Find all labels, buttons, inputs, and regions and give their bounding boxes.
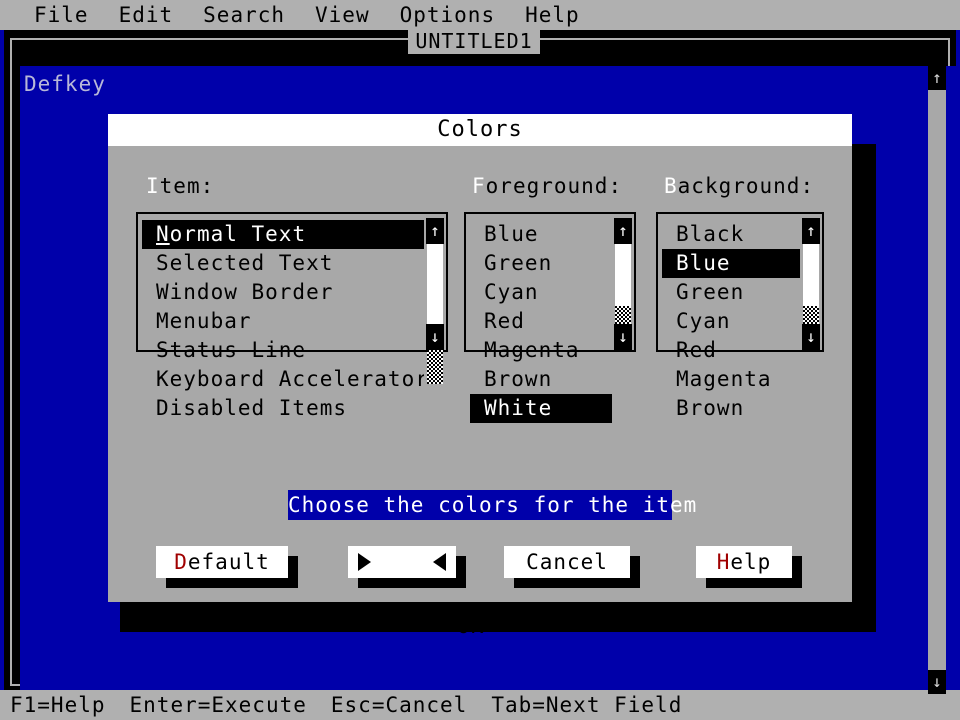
ok-right-arrow-icon xyxy=(433,553,446,571)
item-list-rows: Normal Text Selected Text Window Border … xyxy=(142,220,424,423)
list-item-status-line[interactable]: Status Line xyxy=(142,336,424,365)
background-listbox[interactable]: Black Blue Green Cyan Red Magenta Brown … xyxy=(656,212,824,420)
foreground-item-brown[interactable]: Brown xyxy=(470,365,612,394)
ok-button[interactable]: OK xyxy=(348,546,483,638)
list-item-label: ormal Text xyxy=(169,222,307,246)
background-label-rest: ackground: xyxy=(677,174,815,198)
default-button[interactable]: Default xyxy=(156,546,288,578)
menu-item-options[interactable]: Options xyxy=(400,0,496,30)
cancel-button-wrap: Cancel xyxy=(504,546,640,588)
list-item-keyboard-accelerators[interactable]: Keyboard Accelerators xyxy=(142,365,424,394)
background-list-scrollbar[interactable]: ↑ ↓ xyxy=(802,218,820,350)
item-scroll-up-arrow-icon[interactable]: ↑ xyxy=(426,218,444,244)
item-label-accelerator: I xyxy=(146,174,160,198)
menu-item-edit[interactable]: Edit xyxy=(119,0,174,30)
foreground-list-scrollbar[interactable]: ↑ ↓ xyxy=(614,218,632,350)
foreground-label: Foreground: xyxy=(472,174,622,198)
color-preview-strip: Choose the colors for the item xyxy=(288,490,696,520)
editor-line-text: Defkey xyxy=(24,72,106,96)
foreground-item-cyan[interactable]: Cyan xyxy=(470,278,612,307)
list-item-normal-text[interactable]: Normal Text xyxy=(142,220,424,249)
foreground-list-rows: Blue Green Cyan Red Magenta Brown White xyxy=(470,220,612,423)
menu-item-view[interactable]: View xyxy=(315,0,370,30)
help-button-accelerator: H xyxy=(716,550,731,574)
background-item-brown[interactable]: Brown xyxy=(662,394,800,423)
background-item-cyan[interactable]: Cyan xyxy=(662,307,800,336)
status-tab-next-field[interactable]: Tab=Next Field xyxy=(491,693,682,717)
item-scroll-down-arrow-icon[interactable]: ↓ xyxy=(426,324,444,350)
default-button-accelerator: D xyxy=(174,550,188,574)
background-scroll-down-arrow-icon[interactable]: ↓ xyxy=(802,324,820,350)
status-f1-help[interactable]: F1=Help xyxy=(10,693,106,717)
cancel-button[interactable]: Cancel xyxy=(504,546,630,578)
scroll-up-arrow-icon[interactable]: ↑ xyxy=(928,66,946,90)
background-item-magenta[interactable]: Magenta xyxy=(662,365,800,394)
foreground-item-white[interactable]: White xyxy=(470,394,612,423)
status-enter-execute[interactable]: Enter=Execute xyxy=(130,693,307,717)
item-label: Item: xyxy=(146,174,214,198)
menu-item-help[interactable]: Help xyxy=(525,0,580,30)
background-label-accelerator: B xyxy=(664,174,678,198)
item-list-scrollbar[interactable]: ↑ ↓ xyxy=(426,218,444,384)
help-button[interactable]: Help xyxy=(696,546,792,578)
foreground-label-rest: oreground: xyxy=(485,174,623,198)
background-item-red[interactable]: Red xyxy=(662,336,800,365)
help-button-wrap: Help xyxy=(696,546,802,588)
foreground-item-magenta[interactable]: Magenta xyxy=(470,336,612,365)
menu-bar: File Edit Search View Options Help xyxy=(0,0,960,30)
status-bar: F1=Help Enter=Execute Esc=Cancel Tab=Nex… xyxy=(0,690,960,720)
help-button-label: elp xyxy=(730,550,772,574)
list-item-disabled-items[interactable]: Disabled Items xyxy=(142,394,424,423)
foreground-scroll-thumb[interactable] xyxy=(615,244,631,306)
item-listbox[interactable]: Normal Text Selected Text Window Border … xyxy=(136,212,448,420)
background-item-black[interactable]: Black xyxy=(662,220,800,249)
foreground-scroll-up-arrow-icon[interactable]: ↑ xyxy=(614,218,632,244)
background-item-green[interactable]: Green xyxy=(662,278,800,307)
scroll-down-arrow-icon[interactable]: ↓ xyxy=(928,670,946,694)
item-label-rest: tem: xyxy=(159,174,215,198)
document-tab-untitled1[interactable]: UNTITLED1 xyxy=(408,28,540,54)
ok-left-arrow-icon xyxy=(358,553,371,571)
foreground-item-green[interactable]: Green xyxy=(470,249,612,278)
dos-screen: File Edit Search View Options Help Defke… xyxy=(0,0,960,720)
background-label: Background: xyxy=(664,174,814,198)
background-scroll-up-arrow-icon[interactable]: ↑ xyxy=(802,218,820,244)
background-scroll-thumb[interactable] xyxy=(803,244,819,306)
ok-button-wrap: OK xyxy=(348,546,483,638)
foreground-label-accelerator: F xyxy=(472,174,486,198)
foreground-listbox[interactable]: Blue Green Cyan Red Magenta Brown White … xyxy=(464,212,636,423)
menu-item-search[interactable]: Search xyxy=(203,0,285,30)
list-item-accelerator: N xyxy=(156,222,170,246)
editor-vertical-scrollbar[interactable]: ↑ ↓ xyxy=(928,66,946,694)
foreground-scroll-down-arrow-icon[interactable]: ↓ xyxy=(614,324,632,350)
list-item-window-border[interactable]: Window Border xyxy=(142,278,424,307)
list-item-selected-text[interactable]: Selected Text xyxy=(142,249,424,278)
background-item-blue[interactable]: Blue xyxy=(662,249,800,278)
dialog-title-bar: Colors xyxy=(108,114,852,146)
list-item-menubar[interactable]: Menubar xyxy=(142,307,424,336)
colors-dialog: Colors Item: Normal Text Selected Text W… xyxy=(108,114,852,638)
foreground-item-red[interactable]: Red xyxy=(470,307,612,336)
default-button-wrap: Default xyxy=(156,546,298,588)
default-button-label: efault xyxy=(187,550,270,574)
foreground-item-blue[interactable]: Blue xyxy=(470,220,612,249)
background-list-rows: Black Blue Green Cyan Red Magenta Brown xyxy=(662,220,800,423)
menu-item-file[interactable]: File xyxy=(34,0,89,30)
ok-button-label: OK xyxy=(457,614,485,638)
